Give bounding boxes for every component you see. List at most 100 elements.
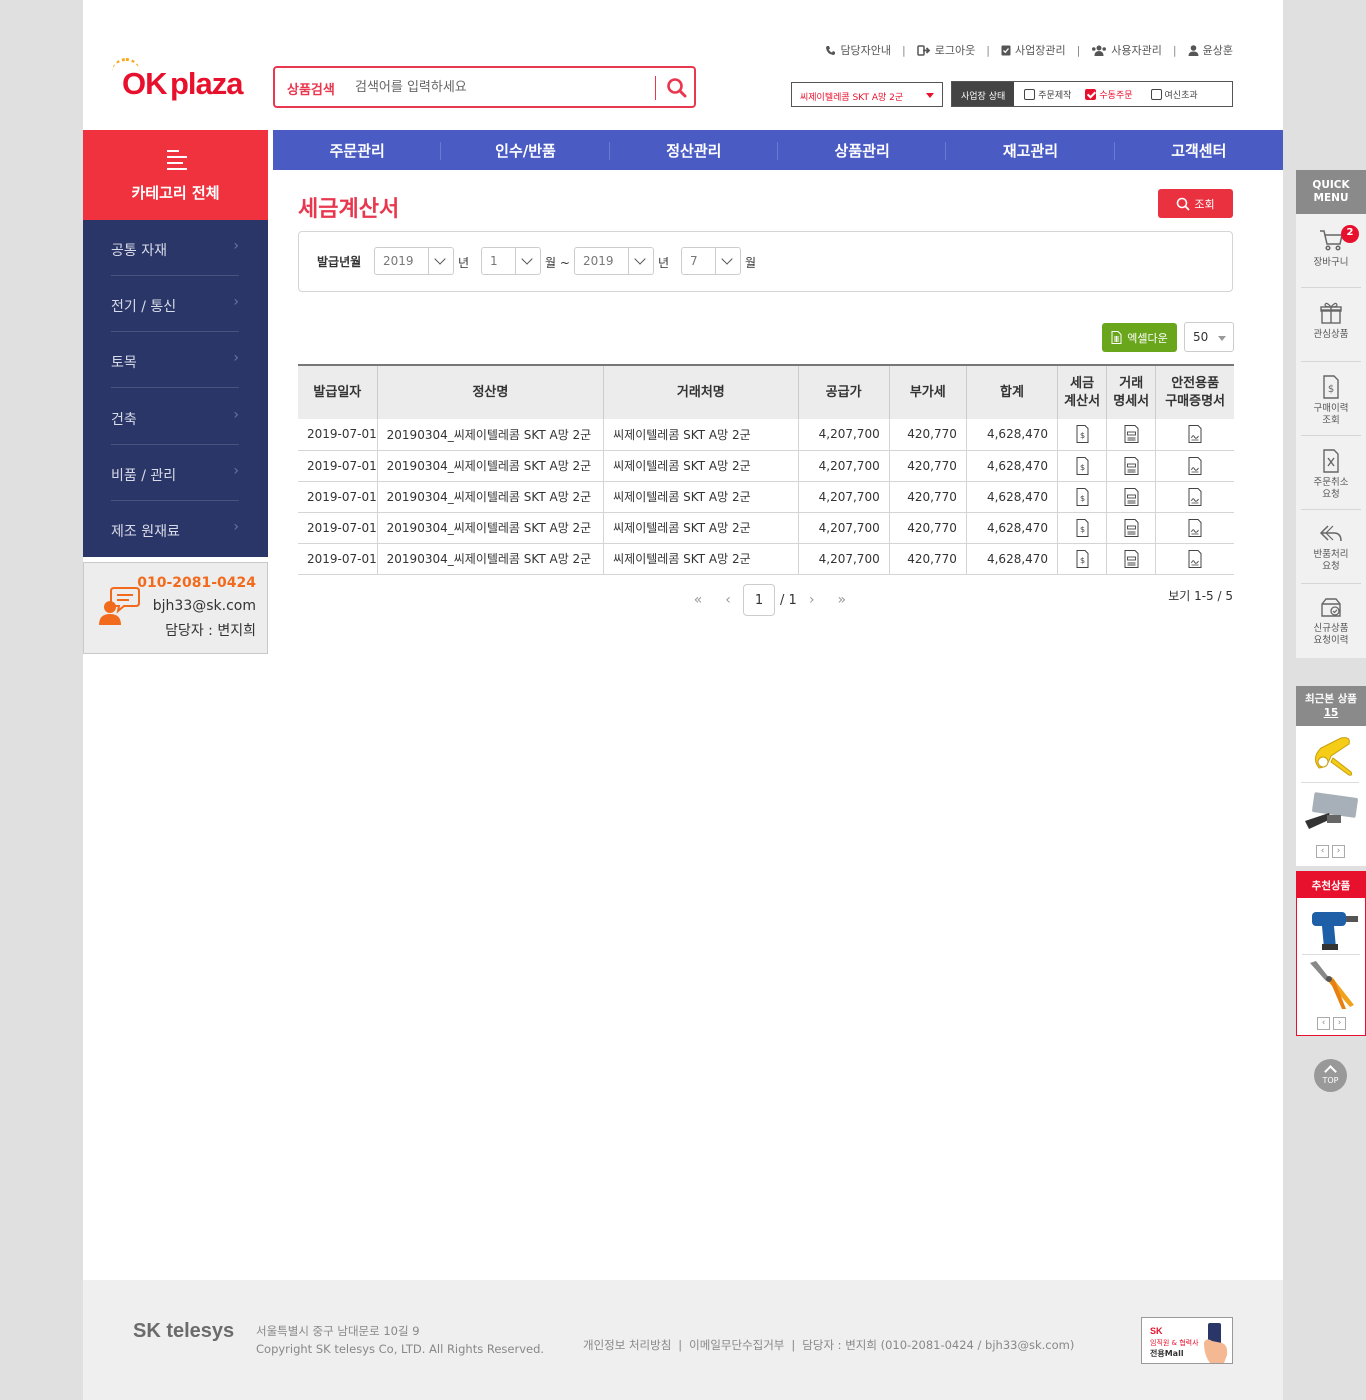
toplink-user-manage[interactable]: 사용자관리	[1091, 42, 1162, 58]
tax-invoice-view-button[interactable]: $	[1057, 481, 1107, 513]
cell-total: 4,628,470	[965, 419, 1058, 451]
recent-product-thumb[interactable]	[1301, 785, 1359, 840]
footer-links: 개인정보 처리방침 | 이메일무단수집거부 | 담당자 : 변지희 (010-2081-…	[583, 1338, 1075, 1352]
safety-certificate-view-button[interactable]	[1155, 419, 1234, 451]
quick-return-request[interactable]: 반품처리 요청	[1301, 510, 1361, 584]
recent-arrows: ‹ ›	[1316, 845, 1345, 858]
toplink-manager-info[interactable]: 담당자안내	[825, 42, 891, 58]
banner-line2: 전용Mall	[1150, 1349, 1184, 1358]
recommend-product-thumb[interactable]	[1302, 900, 1360, 955]
checkbox-label: 수동주문	[1099, 90, 1133, 101]
pagination: « ‹ 1 / 1 › »	[683, 584, 857, 616]
from-year-select[interactable]: 2019	[374, 247, 454, 275]
recommend-arrows: ‹ ›	[1317, 1017, 1346, 1030]
crimping-tool-icon	[1305, 792, 1358, 829]
recent-product-thumb[interactable]	[1301, 728, 1359, 783]
sidebar-item-civil[interactable]: 토목	[111, 332, 239, 388]
first-page-icon[interactable]: «	[683, 592, 713, 608]
from-month-select[interactable]: 1	[481, 247, 541, 275]
trade-statement-view-button[interactable]	[1106, 512, 1156, 544]
prev-arrow-icon[interactable]: ‹	[1316, 845, 1329, 858]
prev-page-icon[interactable]: ‹	[713, 592, 743, 608]
table-header-row: 발급일자 정산명 거래처명 공급가 부가세 합계 세금 계산서 거래 명세서 안…	[298, 364, 1234, 419]
quick-cancel-request[interactable]: 주문취소 요청	[1301, 436, 1361, 510]
trade-statement-view-button[interactable]	[1106, 481, 1156, 513]
cell-supply-price: 4,207,700	[797, 450, 890, 482]
svg-text:$: $	[1080, 494, 1085, 503]
next-arrow-icon[interactable]: ›	[1332, 845, 1345, 858]
checkbox-label: 여신초과	[1164, 90, 1198, 101]
status-checkbox-credit-over[interactable]: 여신초과	[1150, 88, 1198, 101]
sidebar-item-common-material[interactable]: 공통 자재	[111, 220, 239, 276]
table-row[interactable]: 2019-07-01 20190304_씨제이텔레콤 SKT A망 2군 씨제이텔레…	[298, 419, 1234, 451]
dollar-document-icon: $	[1076, 456, 1089, 475]
quick-wishlist[interactable]: 관심상품	[1301, 288, 1361, 362]
footer-link-email-policy[interactable]: 이메일무단수집거부	[689, 1338, 784, 1352]
excel-download-button[interactable]: 엑셀다운	[1102, 323, 1177, 352]
quick-menu-list: 2 장바구니 관심상품 $ 구매이력 조회 주문취소 요청 반품처리 요청 신규…	[1296, 214, 1366, 658]
tax-invoice-view-button[interactable]: $	[1057, 419, 1107, 451]
safety-certificate-view-button[interactable]	[1155, 481, 1234, 513]
next-arrow-icon[interactable]: ›	[1333, 1017, 1346, 1030]
recommended-products: 추천상품 ‹ ›	[1296, 871, 1366, 1036]
table-row[interactable]: 2019-07-01 20190304_씨제이텔레콤 SKT A망 2군 씨제이텔레…	[298, 543, 1234, 575]
footer-link-privacy[interactable]: 개인정보 처리방침	[583, 1338, 671, 1352]
quick-new-product-request[interactable]: 신규상품 요청이력	[1301, 584, 1361, 658]
signed-document-icon	[1188, 425, 1202, 444]
scroll-top-button[interactable]: TOP	[1314, 1059, 1347, 1092]
recent-title: 최근본 상품	[1305, 693, 1357, 705]
recent-count[interactable]: 15	[1296, 706, 1366, 720]
dollar-document-icon: $	[1076, 549, 1089, 568]
nav-receive-return[interactable]: 인수/반품	[441, 130, 610, 170]
nav-product-manage[interactable]: 상품관리	[778, 130, 947, 170]
cell-total: 4,628,470	[965, 450, 1058, 482]
nav-order-manage[interactable]: 주문관리	[273, 130, 442, 170]
trade-statement-view-button[interactable]	[1106, 419, 1156, 451]
tax-invoice-view-button[interactable]: $	[1057, 450, 1107, 482]
quick-cart[interactable]: 2 장바구니	[1301, 214, 1361, 288]
category-all-label: 카테고리 전체	[131, 184, 220, 202]
safety-certificate-view-button[interactable]	[1155, 543, 1234, 575]
safety-certificate-view-button[interactable]	[1155, 512, 1234, 544]
table-row[interactable]: 2019-07-01 20190304_씨제이텔레콤 SKT A망 2군 씨제이텔레…	[298, 512, 1234, 544]
trade-statement-view-button[interactable]	[1106, 543, 1156, 575]
recommend-product-thumb[interactable]	[1302, 957, 1360, 1012]
category-all-button[interactable]: 카테고리 전체	[83, 130, 268, 220]
sidebar-item-building[interactable]: 건축	[111, 389, 239, 445]
next-page-icon[interactable]: ›	[797, 592, 827, 608]
search-input[interactable]	[355, 76, 645, 98]
sidebar-item-raw-material[interactable]: 제조 원재료	[111, 501, 239, 557]
table-row[interactable]: 2019-07-01 20190304_씨제이텔레콤 SKT A망 2군 씨제이텔레…	[298, 481, 1234, 513]
toplink-logout[interactable]: 로그아웃	[917, 42, 975, 58]
toplink-user-name[interactable]: 윤상훈	[1188, 42, 1233, 58]
status-checkbox-custom-order[interactable]: 주문제작	[1024, 88, 1071, 101]
safety-certificate-view-button[interactable]	[1155, 450, 1234, 482]
sidebar-item-electric-telecom[interactable]: 전기 / 통신	[111, 276, 239, 332]
okplaza-logo[interactable]: OK plaza	[110, 58, 252, 102]
nav-customer-center[interactable]: 고객센터	[1115, 130, 1283, 170]
col-trade-statement: 거래 명세서	[1106, 364, 1156, 419]
nav-inventory[interactable]: 재고관리	[946, 130, 1115, 170]
date-filter: 발급년월 2019 년 1 월 ~ 2019 년 7 월	[298, 231, 1233, 292]
tax-invoice-view-button[interactable]: $	[1057, 512, 1107, 544]
current-page[interactable]: 1	[743, 584, 775, 616]
employee-mall-banner[interactable]: SK 임직원 & 협력사 전용Mall	[1141, 1317, 1233, 1364]
tax-invoice-view-button[interactable]: $	[1057, 543, 1107, 575]
last-page-icon[interactable]: »	[827, 592, 857, 608]
nav-settlement[interactable]: 정산관리	[610, 130, 779, 170]
to-month-select[interactable]: 7	[681, 247, 741, 275]
status-checkbox-manual-order[interactable]: 수동주문	[1085, 88, 1133, 101]
to-year-select[interactable]: 2019	[574, 247, 654, 275]
search-button[interactable]	[663, 74, 691, 102]
prev-arrow-icon[interactable]: ‹	[1317, 1017, 1330, 1030]
trade-statement-view-button[interactable]	[1106, 450, 1156, 482]
site-select[interactable]: 씨제이텔레콤 SKT A망 2군	[791, 82, 943, 107]
toplink-site-manage[interactable]: 사업장관리	[1001, 42, 1066, 58]
table-row[interactable]: 2019-07-01 20190304_씨제이텔레콤 SKT A망 2군 씨제이텔레…	[298, 450, 1234, 482]
quick-label: 신규상품 요청이력	[1313, 623, 1349, 646]
query-button[interactable]: 조회	[1158, 189, 1233, 218]
sidebar-item-supplies[interactable]: 비품 / 관리	[111, 445, 239, 501]
quick-purchase-history[interactable]: $ 구매이력 조회	[1301, 362, 1361, 436]
search-icon	[667, 78, 687, 98]
page-size-select[interactable]: 50	[1184, 322, 1234, 352]
